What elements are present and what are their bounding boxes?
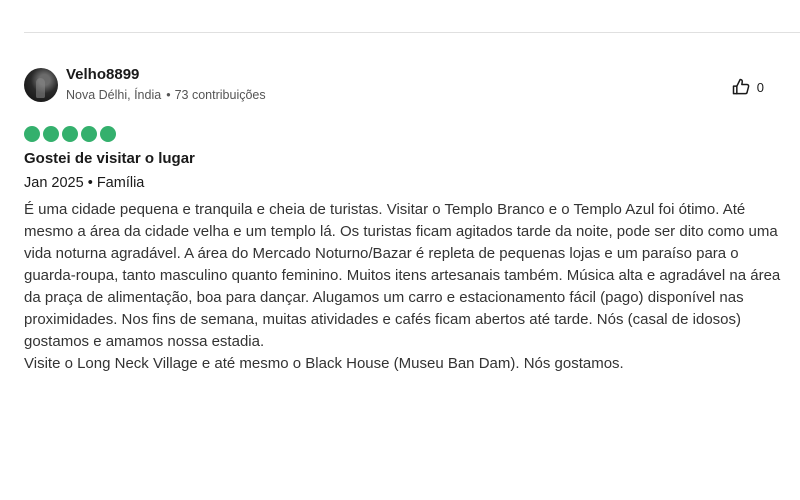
helpful-vote-button[interactable]: 0 — [731, 77, 764, 97]
review-date: Jan 2025 — [24, 175, 84, 191]
review-card: Velho8899 Nova Délhi, Índia • 73 contribui… — [24, 66, 794, 375]
user-meta: Nova Délhi, Índia • 73 contribuições — [66, 88, 266, 102]
trip-type: Família — [96, 175, 145, 191]
rating-bubble-icon — [43, 126, 59, 142]
review-text: É uma cidade pequena e tranquila e cheia… — [24, 201, 781, 350]
helpful-count: 0 — [756, 79, 764, 95]
rating-bubble-icon — [100, 126, 116, 142]
rating-bubble-icon — [62, 126, 78, 142]
review-header: Velho8899 Nova Délhi, Índia • 73 contribui… — [24, 66, 794, 106]
avatar[interactable] — [24, 68, 58, 102]
user-name[interactable]: Velho8899 — [66, 66, 139, 83]
top-divider — [24, 32, 800, 33]
rating-bubbles — [24, 126, 794, 142]
meta-separator: • — [166, 88, 171, 102]
review-date-line: Jan 2025 • Família — [24, 175, 145, 191]
rating-bubble-icon — [81, 126, 97, 142]
thumbs-up-icon — [731, 77, 751, 97]
user-location: Nova Délhi, Índia — [66, 88, 162, 102]
review-title[interactable]: Gostei de visitar o lugar — [24, 150, 794, 167]
rating-bubble-icon — [24, 126, 40, 142]
review-text-second: Visite o Long Neck Village e até mesmo o… — [24, 355, 624, 372]
user-contributions: 73 contribuições — [174, 88, 266, 102]
review-body: É uma cidade pequena e tranquila e cheia… — [24, 199, 794, 375]
